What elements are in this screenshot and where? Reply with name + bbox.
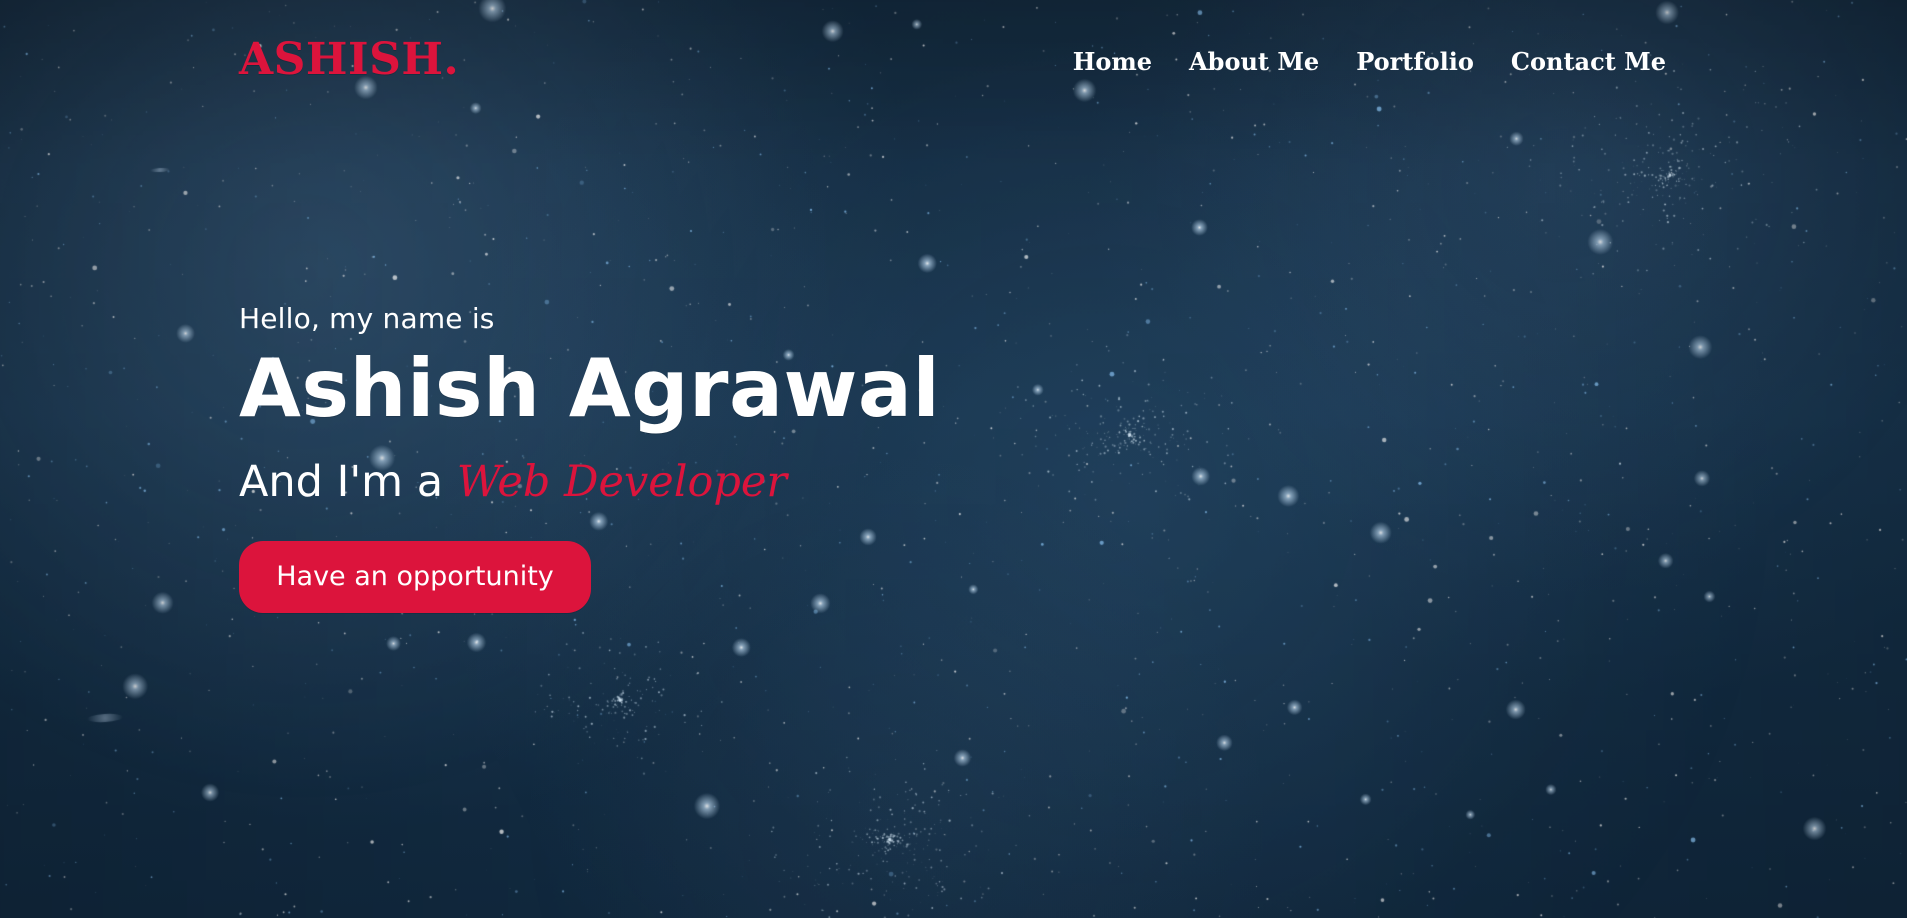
hero-section: Hello, my name is Ashish Agrawal And I'm… <box>239 302 941 613</box>
main-menu: Home About Me Portfolio Contact Me <box>1073 50 1666 74</box>
opportunity-button[interactable]: Have an opportunity <box>239 540 591 613</box>
landing-page: ASHISH. Home About Me Portfolio Contact … <box>0 0 1907 918</box>
hero-greeting: Hello, my name is <box>239 302 495 335</box>
hero-name: Ashish Agrawal <box>239 341 941 435</box>
nav-home-link[interactable]: Home <box>1073 50 1152 74</box>
hero-role-line: And I'm a Web Developer <box>239 460 940 504</box>
nav-contact-me-link[interactable]: Contact Me <box>1511 50 1666 74</box>
hero-role-prefix: And I'm a <box>239 456 444 507</box>
nav-portfolio-link[interactable]: Portfolio <box>1356 50 1474 74</box>
nav-about-me-link[interactable]: About Me <box>1189 50 1319 74</box>
hero-role-highlight: Web Developer <box>456 456 787 507</box>
top-navigation: ASHISH. Home About Me Portfolio Contact … <box>0 0 1907 130</box>
site-logo[interactable]: ASHISH. <box>239 38 459 82</box>
